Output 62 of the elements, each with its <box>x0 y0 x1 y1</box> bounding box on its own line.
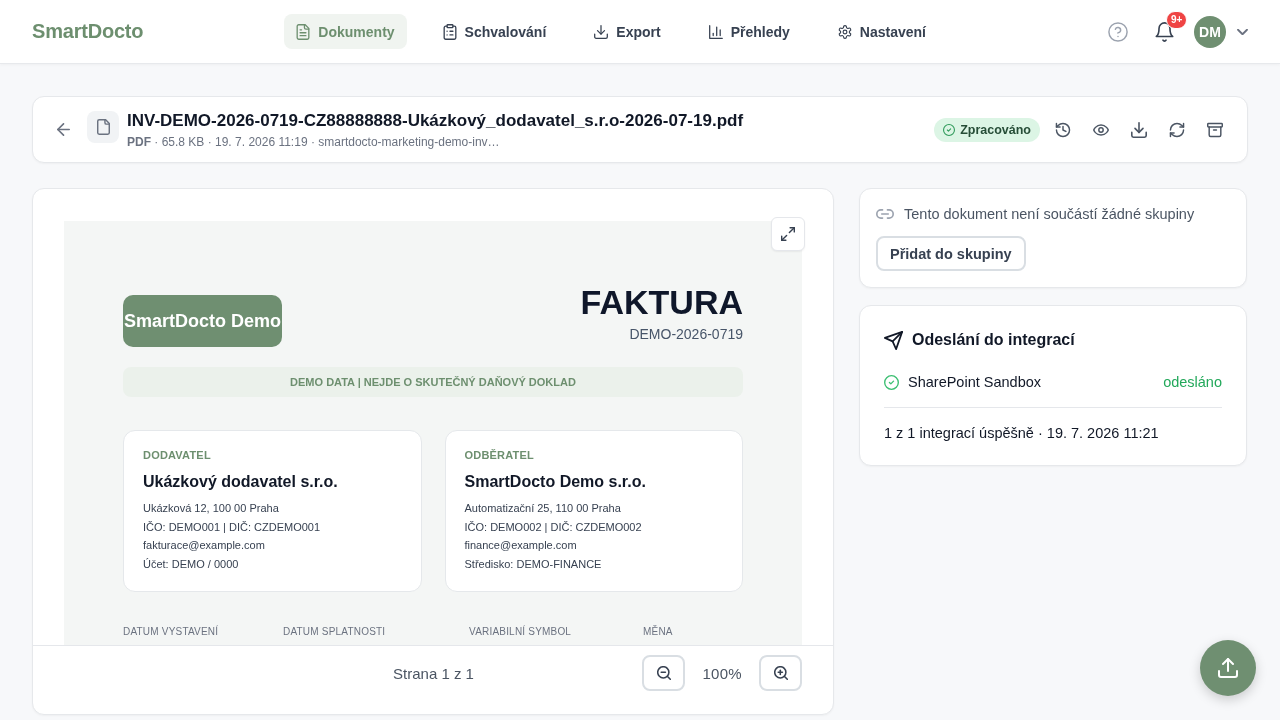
company-logo: SmartDocto Demo <box>123 295 283 347</box>
bell-icon[interactable] <box>1155 21 1174 42</box>
expand-icon <box>781 227 795 241</box>
chevron-down-icon[interactable] <box>1237 28 1248 35</box>
field-label: DATUM SPLATNOSTI <box>283 626 387 638</box>
refresh-icon[interactable] <box>1169 121 1185 138</box>
download-icon[interactable] <box>1131 121 1147 138</box>
logo-text[interactable]: SmartDocto <box>32 20 144 43</box>
nav-tab[interactable]: Přehledy <box>696 14 802 49</box>
file-name: INV-DEMO-2026-0719-CZ88888888-Ukázkový_dodavatel_s.r.o-2026-07-19.pdf <box>127 109 744 132</box>
party-name: SmartDocto Demo s.r.o. <box>464 472 647 492</box>
field-label: MĚNA <box>643 626 674 638</box>
eye-icon[interactable] <box>1093 121 1109 138</box>
party-label: ODBĚRATEL <box>464 448 535 462</box>
integrations-title: Odeslání do integrací <box>912 330 1075 350</box>
upload-icon <box>1218 658 1238 678</box>
clipboard-icon <box>442 23 457 40</box>
party-detail: finance@example.com <box>464 538 578 553</box>
file-icon <box>87 110 119 143</box>
status-label: Zpracováno <box>960 122 1031 137</box>
party-detail: Středisko: DEMO-FINANCE <box>464 556 603 572</box>
integration-status: odesláno <box>1163 374 1222 390</box>
bar-chart-icon <box>708 23 723 40</box>
settings-icon <box>837 23 852 40</box>
add-to-group-button[interactable]: Přidat do skupiny <box>876 236 1026 271</box>
party-detail: Ukázková 12, 100 00 Praha <box>143 501 280 516</box>
download-icon <box>594 23 609 40</box>
notification-count: 9+ <box>1166 10 1188 29</box>
integration-name: SharePoint Sandbox <box>908 374 1041 390</box>
party-detail: IČO: DEMO002 | DIČ: CZDEMO002 <box>464 519 643 535</box>
zoom-out-icon <box>656 666 671 680</box>
expand-button[interactable] <box>771 217 805 251</box>
archive-icon[interactable] <box>1207 121 1223 138</box>
zoom-in-icon <box>773 666 788 680</box>
nav-tab[interactable]: Nastavení <box>825 14 938 49</box>
document-icon <box>296 23 311 40</box>
invoice-title: FAKTURA <box>580 282 743 323</box>
upload-button[interactable] <box>1200 640 1256 696</box>
link-icon <box>876 209 894 219</box>
zoom-out-button[interactable] <box>642 655 686 691</box>
party-detail: Automatizační 25, 110 00 Praha <box>464 501 622 516</box>
group-status-text: Tento dokument není součástí žádné skupiny <box>904 206 1195 222</box>
invoice-number: DEMO-2026-0719 <box>629 325 743 343</box>
demo-banner: DEMO DATA | NEJDE O SKUTEČNÝ DAŇOVÝ DOKLAD <box>123 367 743 397</box>
party-name: Ukázkový dodavatel s.r.o. <box>143 472 339 492</box>
send-icon <box>884 330 903 350</box>
field-label: VARIABILNÍ SYMBOL <box>469 626 573 638</box>
zoom-in-button[interactable] <box>759 655 802 691</box>
integration-summary: 1 z 1 integrací úspěšně · 19. 7. 2026 11:21 <box>884 425 1160 441</box>
party-detail: fakturace@example.com <box>143 538 266 553</box>
user-avatar[interactable]: DM <box>1194 15 1226 48</box>
nav-tab[interactable]: Schvalování <box>430 14 559 49</box>
field-label: DATUM VYSTAVENÍ <box>123 626 220 638</box>
party-detail: IČO: DEMO001 | DIČ: CZDEMO001 <box>143 519 322 535</box>
history-icon[interactable] <box>1055 121 1071 138</box>
party-detail: Účet: DEMO / 0000 <box>143 556 240 572</box>
party-label: DODAVATEL <box>143 448 212 462</box>
nav-tab[interactable]: Export <box>582 14 673 49</box>
check-circle-icon <box>943 123 956 136</box>
zoom-level: 100% <box>702 664 742 682</box>
file-meta: PDF · 65.8 KB · 19. 7. 2026 11:19 · smartdocto-marketing-demo-inv… <box>127 133 501 150</box>
page-indicator: Strana 1 z 1 <box>393 664 474 682</box>
